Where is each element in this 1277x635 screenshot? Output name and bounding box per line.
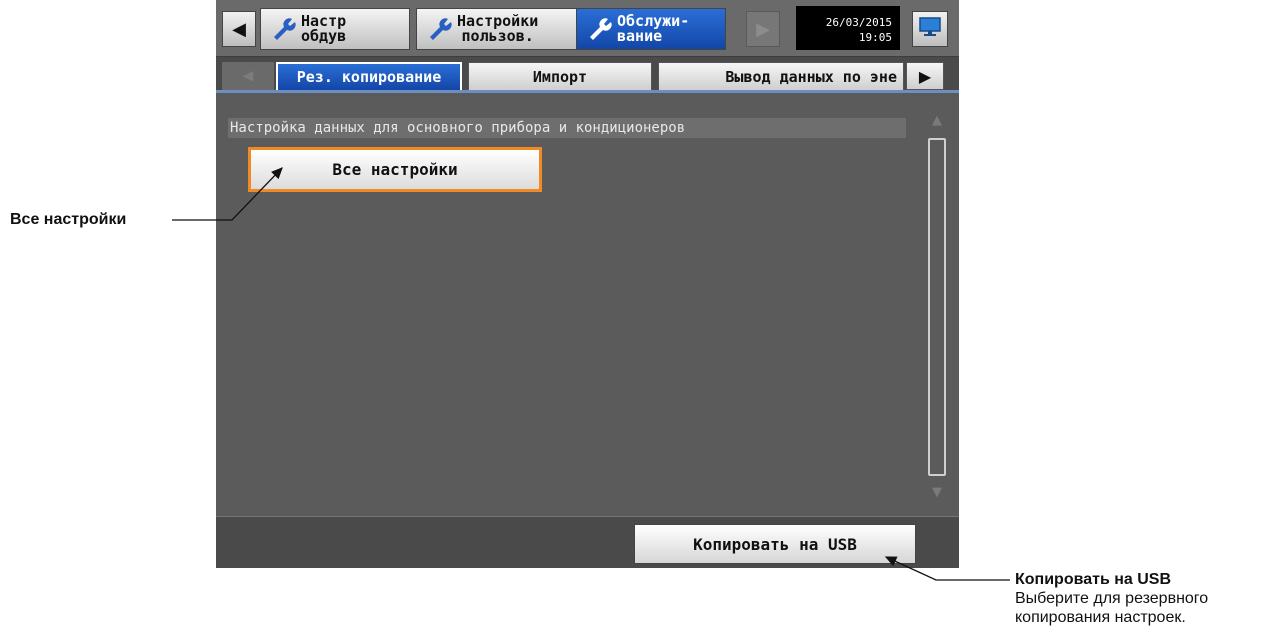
tab-scroll-left-button[interactable]: ◀: [222, 62, 274, 90]
arrow-up-icon: ▲: [932, 112, 942, 128]
arrow-right-icon: ▶: [918, 66, 932, 86]
tab-import[interactable]: Импорт: [468, 62, 652, 90]
copy-to-usb-button[interactable]: Копировать на USB: [634, 524, 916, 564]
menu-user-settings-label: Настройки пользов.: [457, 12, 539, 45]
date-text: 26/03/2015: [825, 16, 892, 29]
menu-user-settings-button[interactable]: Настройки пользов.: [416, 8, 578, 50]
callout-all-settings: Все настройки: [10, 211, 127, 228]
top-menu-bar: ◀ Настр обдув Настройки пользов. Обслужи…: [216, 0, 959, 57]
scroll-up-button[interactable]: ▲: [926, 108, 948, 132]
tab-bar: ◀ Рез. копирование Импорт Вывод данных п…: [216, 57, 959, 93]
menu-fan-settings-button[interactable]: Настр обдув: [260, 8, 410, 50]
vertical-scrollbar[interactable]: ▲ ▼: [922, 106, 952, 506]
arrow-left-icon: ◀: [232, 18, 246, 40]
arrow-right-icon: ▶: [756, 18, 770, 40]
date-time-display: 26/03/2015 19:05: [796, 6, 900, 50]
menu-fan-settings-label: Настр обдув: [301, 12, 347, 45]
tab-energy-data-output[interactable]: Вывод данных по эне: [658, 62, 904, 90]
menu-scroll-right-button[interactable]: ▶: [746, 11, 780, 47]
wrench-icon: [583, 12, 617, 46]
callout-copy-usb-desc-2: копирования настроек.: [1015, 609, 1186, 626]
callout-copy-usb-desc-1: Выберите для резервного: [1015, 590, 1209, 607]
tab-scroll-right-button[interactable]: ▶: [906, 62, 944, 90]
time-text: 19:05: [858, 31, 892, 44]
arrow-left-icon: ◀: [242, 68, 254, 84]
main-content: Настройка данных для основного прибора и…: [216, 96, 959, 516]
menu-maintenance-label: Обслужи- вание: [617, 12, 690, 45]
scroll-down-button[interactable]: ▼: [926, 480, 948, 504]
callout-copy-usb: Копировать на USB Выберите для резервног…: [1015, 570, 1208, 627]
all-settings-button[interactable]: Все настройки: [248, 147, 542, 192]
device-screen: ◀ Настр обдув Настройки пользов. Обслужи…: [216, 0, 959, 568]
wrench-icon: [267, 12, 301, 46]
scroll-track[interactable]: [928, 138, 946, 476]
monitor-button[interactable]: [912, 11, 948, 47]
monitor-icon: [918, 15, 942, 43]
wrench-icon: [423, 12, 457, 46]
menu-maintenance-button[interactable]: Обслужи- вание: [576, 8, 726, 50]
arrow-down-icon: ▼: [932, 484, 942, 500]
tab-backup[interactable]: Рез. копирование: [276, 62, 462, 90]
bottom-bar: Копировать на USB: [216, 516, 959, 568]
menu-scroll-left-button[interactable]: ◀: [222, 11, 256, 47]
section-header: Настройка данных для основного прибора и…: [228, 118, 906, 138]
callout-copy-usb-title: Копировать на USB: [1015, 571, 1172, 588]
